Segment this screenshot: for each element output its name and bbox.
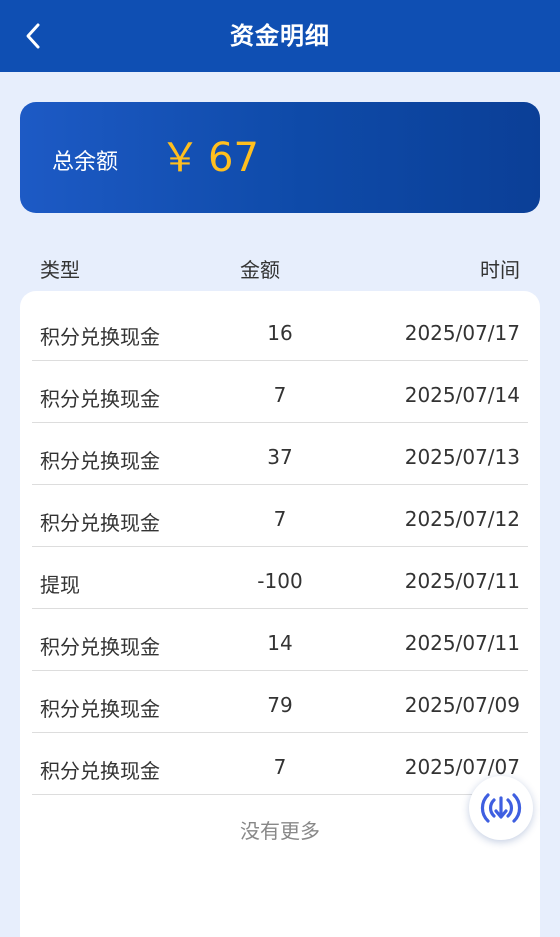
- record-amount: 14: [267, 631, 293, 655]
- record-type: 积分兑换现金: [40, 759, 160, 783]
- record-amount: 7: [273, 755, 287, 779]
- balance-label: 总余额: [52, 150, 119, 175]
- record-type: 积分兑换现金: [40, 635, 160, 659]
- balance-card: 总余额 ￥ 67: [20, 102, 540, 213]
- table-row[interactable]: 积分兑换现金 79 2025/07/09: [32, 671, 528, 733]
- record-type: 提现: [40, 573, 80, 597]
- table-row[interactable]: 积分兑换现金 16 2025/07/17: [32, 299, 528, 361]
- table-row[interactable]: 积分兑换现金 37 2025/07/13: [32, 423, 528, 485]
- page: 资金明细 总余额 ￥ 67 类型 金额 时间 积分兑换现金 16 2025/07/…: [0, 0, 560, 937]
- record-amount: 16: [267, 321, 293, 345]
- record-type: 积分兑换现金: [40, 697, 160, 721]
- record-time: 2025/07/17: [404, 321, 520, 345]
- record-time: 2025/07/14: [404, 383, 520, 407]
- no-more-text: 没有更多: [240, 819, 320, 843]
- record-amount: 79: [267, 693, 293, 717]
- record-type: 积分兑换现金: [40, 325, 160, 349]
- record-amount: 37: [267, 445, 293, 469]
- column-amount: 金额: [240, 258, 280, 282]
- column-time: 时间: [480, 258, 520, 282]
- column-header: 类型 金额 时间: [20, 246, 540, 286]
- record-time: 2025/07/13: [404, 445, 520, 469]
- table-row[interactable]: 积分兑换现金 14 2025/07/11: [32, 609, 528, 671]
- balance-amount: ￥ 67: [160, 130, 259, 186]
- table-row[interactable]: 积分兑换现金 7 2025/07/14: [32, 361, 528, 423]
- balance-value: 67: [208, 135, 259, 181]
- floating-action-button[interactable]: [469, 776, 533, 840]
- record-type: 积分兑换现金: [40, 449, 160, 473]
- table-row[interactable]: 提现 -100 2025/07/11: [32, 547, 528, 609]
- record-time: 2025/07/09: [404, 693, 520, 717]
- table-row[interactable]: 积分兑换现金 7 2025/07/12: [32, 485, 528, 547]
- record-amount: 7: [273, 383, 287, 407]
- currency-symbol: ￥: [160, 135, 200, 181]
- table-row[interactable]: 积分兑换现金 7 2025/07/07: [32, 733, 528, 795]
- download-broadcast-icon: [480, 793, 522, 823]
- record-type: 积分兑换现金: [40, 387, 160, 411]
- page-title: 资金明细: [230, 22, 330, 50]
- record-time: 2025/07/12: [404, 507, 520, 531]
- records-list: 积分兑换现金 16 2025/07/17 积分兑换现金 7 2025/07/14…: [20, 291, 540, 937]
- record-time: 2025/07/11: [404, 569, 520, 593]
- record-time: 2025/07/11: [404, 631, 520, 655]
- record-amount: 7: [273, 507, 287, 531]
- record-type: 积分兑换现金: [40, 511, 160, 535]
- record-amount: -100: [257, 569, 303, 593]
- top-bar: 资金明细: [0, 0, 560, 72]
